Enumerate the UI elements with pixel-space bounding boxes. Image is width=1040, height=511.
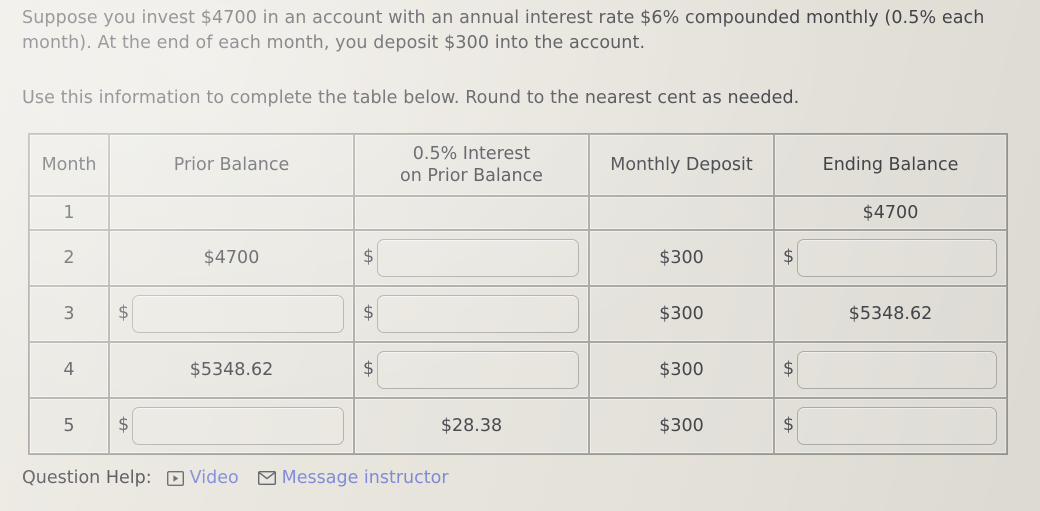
problem-instruction: Use this information to complete the tab… <box>22 88 800 108</box>
table-row: 2 $4700 $ $300 $ <box>29 230 1007 286</box>
cell-value-monthly-deposit: $300 <box>659 304 704 324</box>
cell-interest <box>354 196 589 230</box>
question-page: Suppose you invest $4700 in an account w… <box>0 0 1040 511</box>
problem-statement: Suppose you invest $4700 in an account w… <box>22 6 1017 56</box>
answer-input-ending-balance-month-4[interactable] <box>797 351 997 389</box>
cell-prior-balance: $5348.62 <box>109 342 354 398</box>
envelope-icon <box>257 471 276 485</box>
cell-month: 3 <box>29 286 109 342</box>
table-row: 5 $ $28.38 $300 $ <box>29 398 1007 454</box>
answer-input-interest-month-3[interactable] <box>377 295 579 333</box>
table-row: 3 $ $ $300 $5348.62 <box>29 286 1007 342</box>
cell-value-monthly-deposit: $300 <box>659 360 704 380</box>
cell-interest: $28.38 <box>354 398 589 454</box>
header-month: Month <box>29 134 109 196</box>
input-group-ending-balance: $ <box>775 399 1006 453</box>
input-group-interest: $ <box>355 231 588 285</box>
cell-month: 5 <box>29 398 109 454</box>
answer-input-interest-month-4[interactable] <box>377 351 579 389</box>
dollar-sign: $ <box>118 303 130 324</box>
dollar-sign: $ <box>363 303 375 324</box>
cell-monthly-deposit: $300 <box>589 286 774 342</box>
dollar-sign: $ <box>363 247 375 268</box>
answer-input-ending-balance-month-2[interactable] <box>797 239 997 277</box>
cell-month: 1 <box>29 196 109 230</box>
dollar-sign: $ <box>363 359 375 380</box>
problem-statement-line2: month). At the end of each month, you de… <box>22 33 646 53</box>
cell-monthly-deposit: $300 <box>589 342 774 398</box>
cell-month: 2 <box>29 230 109 286</box>
header-prior-balance: Prior Balance <box>109 134 354 196</box>
table-row: 1 $4700 <box>29 196 1007 230</box>
input-group-interest: $ <box>355 343 588 397</box>
answer-input-prior-balance-month-5[interactable] <box>132 407 344 445</box>
video-help-label: Video <box>189 468 239 488</box>
input-group-ending-balance: $ <box>775 231 1006 285</box>
cell-ending-balance[interactable]: $ <box>774 398 1007 454</box>
message-instructor-label: Message instructor <box>281 468 449 488</box>
input-group-prior-balance: $ <box>110 399 353 453</box>
cell-ending-balance: $5348.62 <box>774 286 1007 342</box>
video-help-link[interactable]: Video <box>166 468 239 488</box>
dollar-sign: $ <box>783 359 795 380</box>
header-monthly-deposit: Monthly Deposit <box>589 134 774 196</box>
cell-value-interest: $28.38 <box>440 416 503 436</box>
problem-statement-line1: Suppose you invest $4700 in an account w… <box>22 8 985 28</box>
answer-input-prior-balance-month-3[interactable] <box>132 295 344 333</box>
cell-prior-balance: $4700 <box>109 230 354 286</box>
header-ending-balance: Ending Balance <box>774 134 1007 196</box>
cell-interest[interactable]: $ <box>354 230 589 286</box>
cell-prior-balance[interactable]: $ <box>109 286 354 342</box>
header-interest-line1: 0.5% Interest <box>412 144 531 164</box>
input-group-interest: $ <box>355 287 588 341</box>
cell-month: 4 <box>29 342 109 398</box>
play-box-icon <box>166 470 184 486</box>
cell-ending-balance[interactable]: $ <box>774 342 1007 398</box>
table-head: Month Prior Balance 0.5% Interest on Pri… <box>29 134 1007 196</box>
cell-value-monthly-deposit: $300 <box>659 248 704 268</box>
question-help-label: Question Help: <box>22 468 152 488</box>
cell-value-monthly-deposit: $300 <box>659 416 704 436</box>
cell-interest[interactable]: $ <box>354 286 589 342</box>
header-interest: 0.5% Interest on Prior Balance <box>354 134 589 196</box>
answer-input-ending-balance-month-5[interactable] <box>797 407 997 445</box>
cell-value-prior-balance: $5348.62 <box>189 360 274 380</box>
cell-ending-balance: $4700 <box>774 196 1007 230</box>
compound-interest-table: Month Prior Balance 0.5% Interest on Pri… <box>28 133 1008 455</box>
dollar-sign: $ <box>118 415 130 436</box>
input-group-ending-balance: $ <box>775 343 1006 397</box>
table-row: 4 $5348.62 $ $300 $ <box>29 342 1007 398</box>
table-body: 1 $4700 2 $4700 $ $300 $3 $ $ $300 $5348.62 4 $5348.… <box>29 196 1007 454</box>
table-header-row: Month Prior Balance 0.5% Interest on Pri… <box>29 134 1007 196</box>
cell-monthly-deposit: $300 <box>589 398 774 454</box>
cell-value-ending-balance: $4700 <box>862 203 919 223</box>
cell-value-ending-balance: $5348.62 <box>848 304 933 324</box>
cell-interest[interactable]: $ <box>354 342 589 398</box>
dollar-sign: $ <box>783 247 795 268</box>
dollar-sign: $ <box>783 415 795 436</box>
question-help: Question Help: Video Message instructor <box>22 468 449 488</box>
cell-prior-balance[interactable]: $ <box>109 398 354 454</box>
cell-prior-balance <box>109 196 354 230</box>
cell-monthly-deposit <box>589 196 774 230</box>
cell-ending-balance[interactable]: $ <box>774 230 1007 286</box>
input-group-prior-balance: $ <box>110 287 353 341</box>
answer-input-interest-month-2[interactable] <box>377 239 579 277</box>
cell-monthly-deposit: $300 <box>589 230 774 286</box>
header-interest-line2: on Prior Balance <box>400 166 543 186</box>
message-instructor-link[interactable]: Message instructor <box>257 468 449 488</box>
cell-value-prior-balance: $4700 <box>203 248 260 268</box>
